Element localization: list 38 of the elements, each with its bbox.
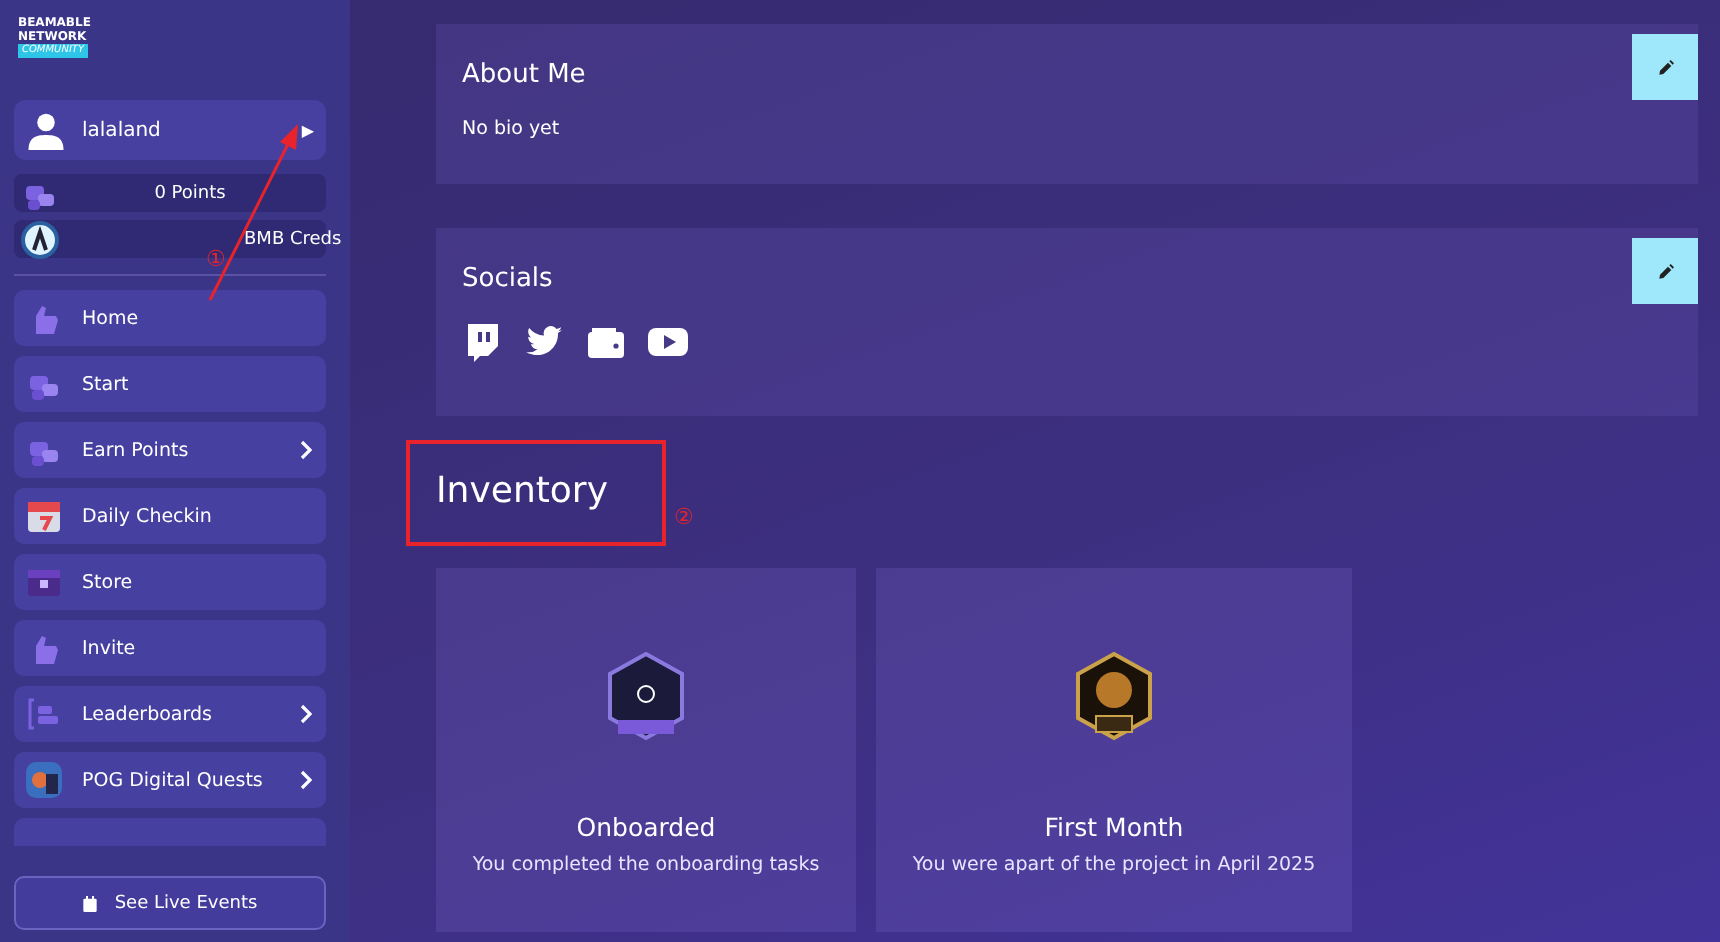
pencil-icon	[1657, 261, 1673, 281]
nav-item[interactable]: Leaderboards	[14, 686, 326, 742]
nav-item[interactable]: Home	[14, 290, 326, 346]
balance-label: BMB Creds	[244, 229, 342, 249]
twitch-icon	[462, 322, 502, 362]
badge-description: You were apart of the project in April 2025	[912, 854, 1316, 876]
calendar-icon	[24, 496, 64, 536]
section-title: Socials	[462, 264, 553, 294]
balance-label: 0 Points	[152, 183, 228, 203]
youtube-icon	[648, 322, 688, 362]
bio-text: No bio yet	[462, 118, 562, 140]
live-events-button[interactable]: See Live Events	[14, 876, 326, 930]
caret-icon: ▶	[301, 121, 314, 139]
nav-item[interactable]: Invite	[14, 620, 326, 676]
nav-item[interactable]: POG Digital Quests	[14, 752, 326, 808]
badge-title: First Month	[1044, 812, 1184, 842]
user-icon	[26, 110, 66, 150]
nav-item[interactable]: Store	[14, 554, 326, 610]
wallet-icon	[586, 322, 626, 362]
nav-item[interactable]: Start	[14, 356, 326, 412]
nav-item[interactable]: Earn Points	[14, 422, 326, 478]
chart-icon	[24, 694, 64, 734]
annotation-number: ②	[674, 504, 694, 530]
nav-item[interactable]	[14, 818, 326, 846]
game-art-icon	[24, 760, 64, 800]
calendar-icon	[82, 893, 99, 913]
user-menu[interactable]: lalaland ▶	[14, 100, 326, 160]
nav-item[interactable]: Daily Checkin	[14, 488, 326, 544]
badge-description: You completed the onboarding tasks	[472, 854, 820, 876]
section-title: About Me	[462, 60, 586, 90]
badge-title: Onboarded	[576, 812, 716, 842]
pencil-icon	[1657, 57, 1673, 77]
annotation-number: ①	[206, 246, 226, 272]
edit-button[interactable]	[1632, 238, 1698, 304]
section-title: Inventory	[436, 470, 608, 516]
token-icon	[20, 219, 60, 259]
edit-button[interactable]	[1632, 34, 1698, 100]
user-name: lalaland	[82, 119, 163, 141]
